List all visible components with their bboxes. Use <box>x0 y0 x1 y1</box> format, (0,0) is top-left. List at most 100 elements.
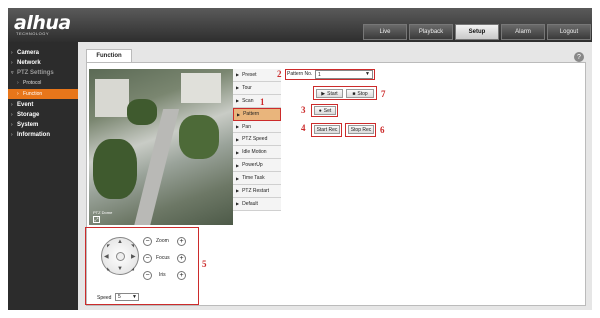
set-button[interactable]: ● Set <box>314 106 336 115</box>
sidebar-item-storage[interactable]: › Storage <box>8 110 78 120</box>
video-tree <box>127 99 157 125</box>
chevron-right-icon: ▶ <box>236 85 240 91</box>
arrow-up-left-icon[interactable]: ◤ <box>107 243 110 248</box>
sidebar-item-function[interactable]: › Function <box>8 89 78 99</box>
video-tree <box>179 115 219 159</box>
menu-item-label: PTZ Speed <box>242 136 268 143</box>
sidebar-item-camera[interactable]: › Camera <box>8 48 78 58</box>
start-button[interactable]: ▶ Start <box>316 89 343 98</box>
speed-label: Speed <box>97 295 112 301</box>
zoom-plus-button[interactable]: + <box>177 237 186 246</box>
auto-pan-button[interactable] <box>116 252 125 261</box>
live-video-preview: PTZ Dome ⤢ <box>89 69 233 225</box>
brand-tagline: TECHNOLOGY <box>16 31 50 36</box>
iris-minus-button[interactable]: − <box>143 271 152 280</box>
speed-value: 5 <box>118 294 121 300</box>
menu-item-time-task[interactable]: ▶ Time Task <box>233 172 281 186</box>
pattern-no-value: 1 <box>318 71 321 78</box>
menu-item-idle-motion[interactable]: ▶ Idle Motion <box>233 146 281 160</box>
start-rec-label: Start Rec <box>316 126 338 133</box>
sidebar-item-label: System <box>17 122 39 128</box>
stop-rec-label: Stop Rec <box>350 126 372 133</box>
sidebar-item-label: PTZ Settings <box>17 70 54 76</box>
chevron-right-icon: ▶ <box>236 98 240 104</box>
tab-alarm[interactable]: Alarm <box>501 24 545 40</box>
arrow-up-right-icon[interactable]: ◥ <box>131 243 134 248</box>
menu-item-ptz-speed[interactable]: ▶ PTZ Speed <box>233 133 281 147</box>
menu-item-scan[interactable]: ▶ Scan <box>233 94 281 108</box>
sidebar-item-network[interactable]: › Network <box>8 58 78 68</box>
pattern-no-label: Pattern No. <box>287 71 313 77</box>
arrow-right-icon[interactable]: ▶ <box>131 253 136 260</box>
menu-item-label: Tour <box>242 84 252 91</box>
video-road <box>130 109 180 225</box>
function-content: PTZ Dome ⤢ ▶ Preset ▶ Tour ▶ Scan ▶ Pattern … <box>85 62 586 307</box>
zoom-label: Zoom <box>156 238 169 244</box>
annotation-4: 4 <box>301 123 306 133</box>
main-panel: Function ? PTZ Dome ⤢ ▶ Preset ▶ Tour ▶ Sca… <box>78 42 592 310</box>
chevron-right-icon: ▶ <box>236 124 240 129</box>
sidebar-item-label: Protocol <box>23 80 42 86</box>
ptz-control-panel: ▲ ▼ ◀ ▶ ◤ ◥ ◣ ◢ − Zoom + − Focus + − Iri… <box>93 229 195 307</box>
chevron-right-icon: ▶ <box>236 136 240 142</box>
menu-item-pan[interactable]: ▶ Pan <box>233 120 281 134</box>
arrow-left-icon[interactable]: ◀ <box>104 253 109 260</box>
video-tree <box>93 139 137 199</box>
sidebar-item-ptz-settings[interactable]: ▿ PTZ Settings <box>8 68 78 78</box>
focus-label: Focus <box>156 255 170 261</box>
chevron-right-icon: ▶ <box>236 162 240 168</box>
direction-pad[interactable]: ▲ ▼ ◀ ▶ ◤ ◥ ◣ ◢ <box>101 237 139 275</box>
sidebar-item-label: Camera <box>17 50 40 56</box>
menu-item-tour[interactable]: ▶ Tour <box>233 81 281 95</box>
annotation-5: 5 <box>202 259 207 269</box>
speed-select[interactable]: 5 ▼ <box>115 293 139 301</box>
sidebar-item-event[interactable]: › Event <box>8 100 78 110</box>
sidebar-item-system[interactable]: › System <box>8 120 78 130</box>
focus-minus-button[interactable]: − <box>143 254 152 263</box>
pattern-no-select[interactable]: 1 ▼ <box>315 70 373 79</box>
help-icon[interactable]: ? <box>574 52 584 62</box>
arrow-up-icon[interactable]: ▲ <box>117 239 123 245</box>
stop-button-label: Stop <box>357 90 368 97</box>
menu-item-label: PowerUp <box>242 162 263 169</box>
start-rec-button[interactable]: Start Rec <box>314 125 340 134</box>
tab-live[interactable]: Live <box>363 24 407 40</box>
sidebar-item-protocol[interactable]: › Protocol <box>8 78 78 88</box>
tab-setup[interactable]: Setup <box>455 24 499 40</box>
iris-plus-button[interactable]: + <box>177 271 186 280</box>
zoom-minus-button[interactable]: − <box>143 237 152 246</box>
set-button-label: Set <box>323 107 332 114</box>
annotation-1: 1 <box>260 97 265 107</box>
chevron-right-icon: ▶ <box>236 201 240 207</box>
tab-function[interactable]: Function <box>86 49 132 62</box>
tab-logout[interactable]: Logout <box>547 24 591 40</box>
menu-item-label: Default <box>242 200 258 207</box>
arrow-down-icon[interactable]: ▼ <box>117 266 123 272</box>
stop-rec-button[interactable]: Stop Rec <box>348 125 374 134</box>
chevron-right-icon: ▶ <box>236 175 240 181</box>
stop-button[interactable]: ■ Stop <box>346 89 374 98</box>
annotation-2: 2 <box>277 69 282 79</box>
chevron-right-icon: ▶ <box>236 188 240 194</box>
sidebar: › Camera › Network ▿ PTZ Settings › Protocol… <box>8 42 78 310</box>
top-bar: alhua TECHNOLOGY Live Playback Setup Ala… <box>8 8 592 42</box>
arrow-down-left-icon[interactable]: ◣ <box>107 266 110 271</box>
menu-item-pattern[interactable]: ▶ Pattern <box>233 107 281 121</box>
sidebar-item-information[interactable]: › Information <box>8 130 78 140</box>
iris-label: Iris <box>159 272 166 278</box>
menu-item-preset[interactable]: ▶ Preset <box>233 69 281 82</box>
fullscreen-icon[interactable]: ⤢ <box>93 216 100 223</box>
sidebar-item-label: Event <box>17 102 34 108</box>
video-label: PTZ Dome <box>93 210 113 215</box>
focus-plus-button[interactable]: + <box>177 254 186 263</box>
menu-item-default[interactable]: ▶ Default <box>233 197 281 211</box>
menu-item-powerup[interactable]: ▶ PowerUp <box>233 159 281 173</box>
menu-item-label: Idle Motion <box>242 149 267 156</box>
annotation-3: 3 <box>301 105 306 115</box>
app-window: alhua TECHNOLOGY Live Playback Setup Ala… <box>8 8 592 310</box>
arrow-down-right-icon[interactable]: ◢ <box>131 266 134 271</box>
sidebar-item-label: Information <box>17 132 50 138</box>
tab-playback[interactable]: Playback <box>409 24 453 40</box>
chevron-right-icon: ▶ <box>236 72 240 78</box>
menu-item-ptz-restart[interactable]: ▶ PTZ Restart <box>233 185 281 198</box>
